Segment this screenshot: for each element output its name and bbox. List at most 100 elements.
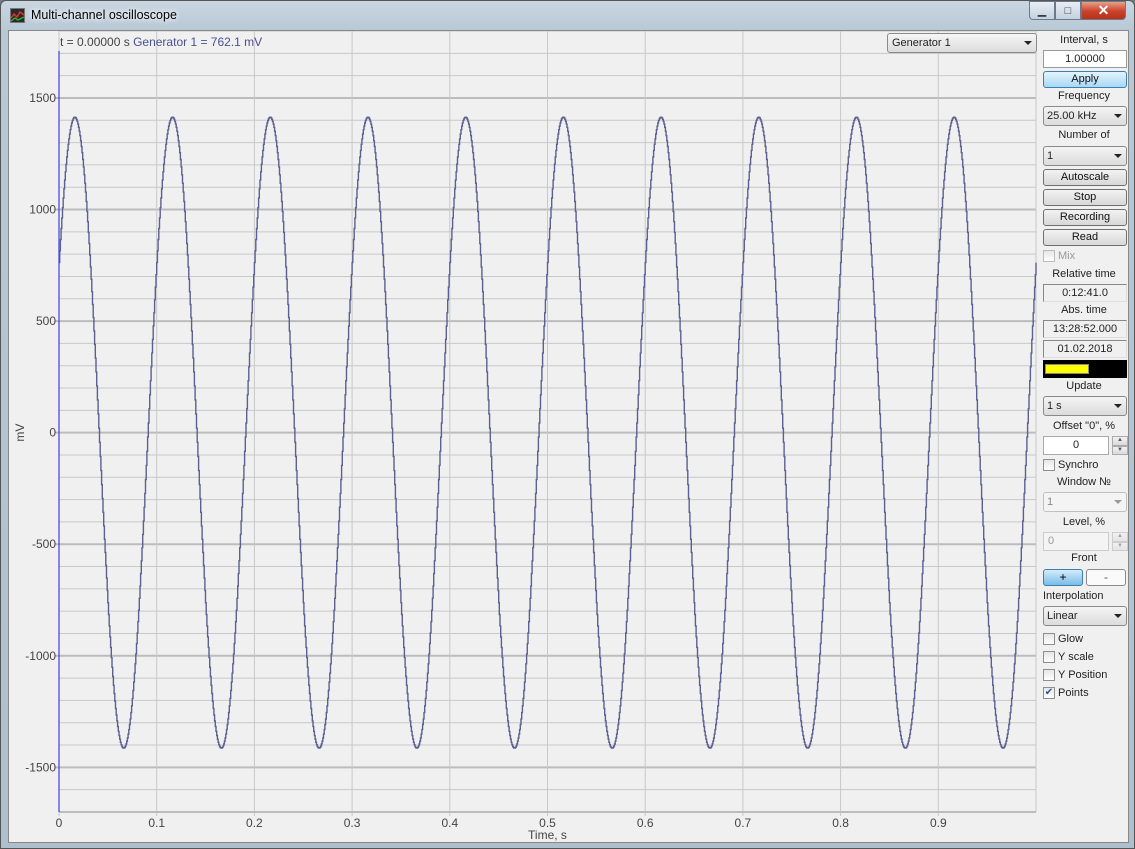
points-checkbox-box[interactable]: ✔ <box>1043 687 1055 699</box>
spin-up-icon[interactable]: ▲ <box>1112 532 1128 542</box>
interpolation-label: Interpolation <box>1043 590 1104 602</box>
interval-label: Interval, s <box>1060 34 1108 46</box>
channel-select-value: Generator 1 <box>892 37 951 49</box>
window-no-value: 1 <box>1047 496 1054 508</box>
x-tick-label: 0.2 <box>246 816 263 830</box>
title-bar[interactable]: Multi-channel oscilloscope ▁ □ ✕ <box>1 1 1134 31</box>
chevron-down-icon <box>1114 404 1122 408</box>
minimize-button[interactable]: ▁ <box>1029 1 1055 20</box>
synchro-label: Synchro <box>1058 459 1099 471</box>
yposition-checkbox-box[interactable] <box>1043 669 1055 681</box>
update-value: 1 s <box>1047 400 1062 412</box>
channels-label: Number of <box>1058 129 1110 141</box>
buffer-indicator <box>1043 360 1127 378</box>
x-tick-label: 0.3 <box>344 816 361 830</box>
y-tick-label: 1000 <box>29 203 56 217</box>
x-tick-label: 0.1 <box>148 816 165 830</box>
mix-checkbox[interactable]: Mix <box>1043 250 1075 262</box>
relative-time-value: 0:12:41.0 <box>1043 284 1127 302</box>
offset-label: Offset "0", % <box>1052 420 1116 432</box>
glow-checkbox-box[interactable] <box>1043 633 1055 645</box>
frequency-select[interactable]: 25.00 kHz <box>1043 106 1127 126</box>
y-tick-label: 1500 <box>29 91 56 105</box>
x-tick-label: 0.9 <box>930 816 947 830</box>
glow-checkbox[interactable]: Glow <box>1043 633 1083 645</box>
stop-button[interactable]: Stop <box>1043 189 1127 206</box>
channels-select[interactable]: 1 <box>1043 146 1127 166</box>
yscale-checkbox-box[interactable] <box>1043 651 1055 663</box>
date-value: 01.02.2018 <box>1043 340 1127 358</box>
update-select[interactable]: 1 s <box>1043 396 1127 416</box>
level-label: Level, % <box>1062 516 1106 528</box>
spin-up-icon[interactable]: ▲ <box>1112 436 1128 446</box>
oscilloscope-chart[interactable]: 1500 1000 500 0 -500 -1000 -1500 0 0.1 0.2 0.3 0.4 0… <box>9 31 1039 843</box>
synchro-checkbox-box[interactable] <box>1043 459 1055 471</box>
abs-time-value: 13:28:52.000 <box>1043 320 1127 338</box>
window-title: Multi-channel oscilloscope <box>31 8 177 22</box>
y-tick-label: -1000 <box>25 649 56 663</box>
control-panel: Interval, s 1.00000 Apply Frequency 25.0… <box>1040 31 1130 843</box>
x-tick-label: 0.6 <box>637 816 654 830</box>
interval-input[interactable]: 1.00000 <box>1043 50 1127 68</box>
recording-button[interactable]: Recording <box>1043 209 1127 226</box>
yscale-label: Y scale <box>1058 651 1094 663</box>
buffer-indicator-fill <box>1045 364 1089 374</box>
client-area: 1500 1000 500 0 -500 -1000 -1500 0 0.1 0.2 0.3 0.4 0… <box>8 30 1129 843</box>
channels-value: 1 <box>1047 150 1054 162</box>
window-no-select[interactable]: 1 <box>1043 492 1127 512</box>
x-tick-label: 0.4 <box>441 816 458 830</box>
x-axis-label: Time, s <box>528 828 567 842</box>
x-tick-label: 0.8 <box>832 816 849 830</box>
channel-select[interactable]: Generator 1 <box>887 33 1037 53</box>
chevron-down-icon <box>1114 500 1122 504</box>
front-label: Front <box>1071 552 1097 564</box>
oscilloscope-window: Multi-channel oscilloscope ▁ □ ✕ 1500 100… <box>0 0 1135 849</box>
y-tick-label: -500 <box>32 537 56 551</box>
frequency-label: Frequency <box>1058 90 1110 102</box>
y-tick-label: 0 <box>49 426 56 440</box>
cursor-readout: t = 0.00000 s Generator 1 = 762.1 mV <box>60 35 262 49</box>
close-button[interactable]: ✕ <box>1081 1 1126 20</box>
x-tick-label: 0.7 <box>735 816 752 830</box>
plot-area[interactable]: 1500 1000 500 0 -500 -1000 -1500 0 0.1 0.2 0.3 0.4 0… <box>9 31 1039 843</box>
front-plus-button[interactable]: + <box>1043 569 1083 586</box>
chevron-down-icon <box>1114 114 1122 118</box>
apply-button[interactable]: Apply <box>1043 71 1127 88</box>
offset-spinner[interactable]: ▲ ▼ <box>1112 436 1128 455</box>
x-tick-label: 0 <box>56 816 63 830</box>
oscilloscope-app-icon <box>10 8 25 23</box>
interpolation-select[interactable]: Linear <box>1043 606 1127 626</box>
window-no-label: Window № <box>1057 476 1111 488</box>
y-tick-label: 500 <box>36 314 56 328</box>
front-minus-button[interactable]: - <box>1086 569 1126 586</box>
level-spinner[interactable]: ▲ ▼ <box>1112 532 1128 551</box>
spin-down-icon[interactable]: ▼ <box>1112 445 1128 455</box>
points-checkbox[interactable]: ✔ Points <box>1043 687 1089 699</box>
relative-time-label: Relative time <box>1052 268 1116 280</box>
interpolation-value: Linear <box>1047 610 1078 622</box>
glow-label: Glow <box>1058 633 1084 645</box>
read-button[interactable]: Read <box>1043 229 1127 246</box>
chevron-down-icon <box>1114 154 1122 158</box>
yposition-checkbox[interactable]: Y Position <box>1043 669 1107 681</box>
maximize-button[interactable]: □ <box>1055 1 1081 20</box>
yposition-label: Y Position <box>1058 669 1108 681</box>
y-tick-label: -1500 <box>25 760 56 774</box>
spin-down-icon[interactable]: ▼ <box>1112 541 1128 551</box>
yscale-checkbox[interactable]: Y scale <box>1043 651 1094 663</box>
mix-checkbox-box[interactable] <box>1043 250 1055 262</box>
readout-channel-value: Generator 1 = 762.1 mV <box>133 35 263 49</box>
abs-time-label: Abs. time <box>1061 304 1107 316</box>
offset-input[interactable]: 0 <box>1043 436 1109 455</box>
points-label: Points <box>1058 687 1089 699</box>
level-input[interactable]: 0 <box>1043 532 1109 551</box>
synchro-checkbox[interactable]: Synchro <box>1043 459 1098 471</box>
readout-time: t = 0.00000 s <box>60 35 130 49</box>
y-axis-label: mV <box>13 424 27 442</box>
frequency-value: 25.00 kHz <box>1047 110 1097 122</box>
autoscale-button[interactable]: Autoscale <box>1043 169 1127 186</box>
update-label: Update <box>1066 380 1102 392</box>
chevron-down-icon <box>1114 614 1122 618</box>
mix-label: Mix <box>1058 250 1076 262</box>
chevron-down-icon <box>1024 41 1032 45</box>
